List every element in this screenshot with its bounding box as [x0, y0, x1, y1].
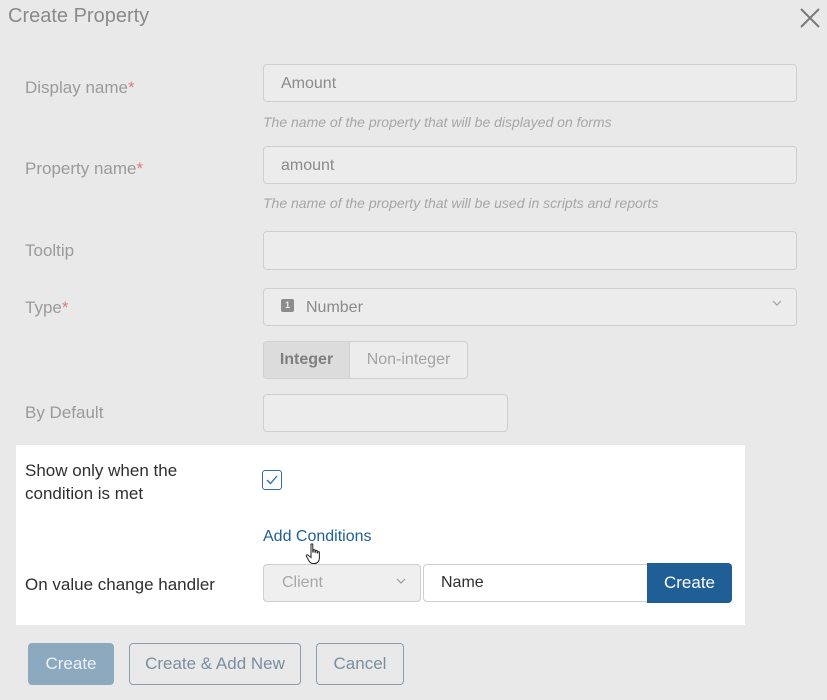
close-icon[interactable] — [798, 6, 822, 30]
tooltip-label: Tooltip — [25, 241, 75, 260]
by-default-input[interactable] — [263, 394, 508, 432]
display-name-input[interactable]: Amount — [263, 64, 797, 102]
create-button[interactable]: Create — [28, 643, 114, 685]
dialog-title: Create Property — [8, 5, 150, 27]
type-select-value: Number — [306, 299, 363, 316]
create-add-new-button[interactable]: Create & Add New — [129, 643, 301, 685]
by-default-label: By Default — [25, 403, 104, 422]
number-type-icon: 1 — [281, 299, 294, 313]
display-name-label: Display name* — [25, 78, 135, 97]
type-select[interactable]: 1 Number — [263, 288, 797, 326]
value-change-handler-label: On value change handler — [25, 575, 215, 594]
non-integer-option[interactable]: Non-integer — [350, 342, 467, 378]
client-select[interactable]: Client — [263, 564, 421, 602]
create-handler-button[interactable]: Create — [647, 563, 732, 603]
integer-option[interactable]: Integer — [264, 342, 350, 378]
cancel-button[interactable]: Cancel — [316, 643, 404, 685]
property-name-label: Property name* — [25, 159, 144, 178]
handler-name-input[interactable]: Name — [423, 564, 649, 602]
number-format-toggle: Integer Non-integer — [263, 341, 468, 379]
display-name-hint: The name of the property that will be di… — [263, 114, 612, 130]
tooltip-input[interactable] — [263, 231, 797, 270]
condition-label: Show only when the condition is met — [25, 461, 178, 503]
property-name-input[interactable]: amount — [263, 146, 797, 184]
type-label: Type* — [25, 298, 69, 317]
hand-cursor-icon — [305, 543, 320, 564]
chevron-down-icon — [396, 578, 406, 584]
chevron-down-icon — [772, 300, 782, 306]
client-select-value: Client — [282, 574, 323, 591]
property-name-hint: The name of the property that will be us… — [263, 195, 659, 211]
condition-checkbox[interactable] — [262, 470, 282, 490]
checkmark-icon — [266, 475, 278, 485]
